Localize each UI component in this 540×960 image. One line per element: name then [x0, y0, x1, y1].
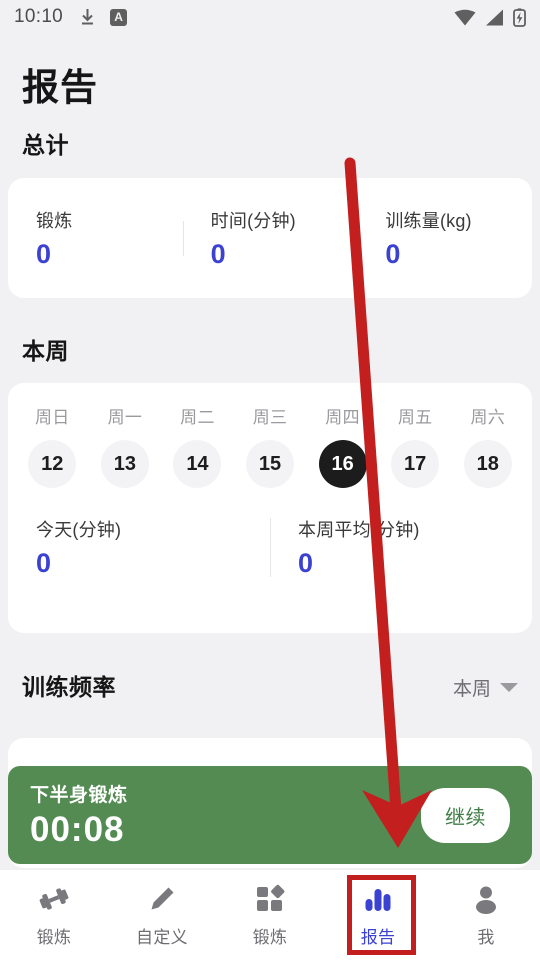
day-name: 周六: [470, 408, 506, 427]
day-name: 周三: [252, 408, 288, 427]
pencil-icon: [147, 882, 177, 916]
week-stats-row: 今天(分钟) 0 本周平均(分钟) 0: [8, 516, 532, 579]
stat-value: 0: [36, 548, 52, 578]
nav-label: 自定义: [136, 928, 188, 947]
page-title: 报告: [22, 67, 98, 108]
active-workout-timer: 00:08: [30, 810, 125, 849]
nav-item-custom[interactable]: 自定义: [108, 870, 216, 960]
total-section-heading: 总计: [22, 132, 69, 158]
active-workout-title: 下半身锻炼: [30, 785, 128, 806]
day-date: 18: [463, 440, 512, 488]
nav-item-exercises[interactable]: 锻炼: [216, 870, 324, 960]
week-day-strip: 周日 12 周一 13 周二 14 周三 15 周四 16 周五 17 周六 1…: [8, 383, 532, 488]
nav-item-report[interactable]: 报告: [324, 870, 432, 960]
stat-label: 训练量(kg): [385, 210, 472, 231]
nav-label: 报告: [360, 928, 396, 947]
day-name: 周四: [325, 408, 360, 427]
day-name: 周一: [107, 408, 143, 427]
stat-value: 0: [36, 238, 52, 269]
stat-label: 本周平均(分钟): [298, 520, 420, 540]
active-workout-bar[interactable]: 下半身锻炼 00:08 继续: [8, 766, 532, 864]
status-bar: 10:10 A: [0, 0, 540, 34]
person-icon: [471, 882, 501, 916]
day-column-wed[interactable]: 周三 15: [234, 403, 307, 488]
stat-workouts: 锻炼 0: [8, 207, 183, 270]
wifi-icon: [454, 9, 476, 25]
nav-label: 锻炼: [36, 928, 72, 947]
day-name: 周五: [397, 408, 433, 427]
stat-minutes: 时间(分钟) 0: [182, 207, 358, 270]
phone-screen: 10:10 A 报告 总计 锻炼 0 时间(分钟) 0 训练量(kg) 0 本周…: [0, 0, 540, 960]
frequency-range-label: 本周: [452, 679, 491, 700]
status-right-icons: [454, 7, 526, 27]
signal-icon: [486, 9, 503, 25]
stat-label: 时间(分钟): [210, 210, 296, 231]
grid-icon: [255, 882, 285, 916]
status-left-icons: A: [79, 8, 128, 26]
nav-item-workout[interactable]: 锻炼: [0, 870, 108, 960]
week-card: 周日 12 周一 13 周二 14 周三 15 周四 16 周五 17 周六 1…: [8, 383, 532, 633]
stat-label: 今天(分钟): [36, 520, 122, 540]
battery-charging-icon: [513, 7, 526, 27]
nav-item-profile[interactable]: 我: [432, 870, 540, 960]
day-column-sun[interactable]: 周日 12: [16, 403, 89, 488]
day-date: 15: [246, 440, 295, 488]
nav-label: 锻炼: [252, 928, 288, 947]
day-name: 周二: [180, 408, 215, 427]
day-column-thu-today[interactable]: 周四 16: [306, 403, 379, 488]
day-name: 周日: [34, 408, 70, 427]
status-time: 10:10: [14, 6, 64, 27]
day-date: 12: [28, 440, 77, 488]
day-column-fri[interactable]: 周五 17: [379, 403, 452, 488]
subtitle-a-icon: A: [110, 8, 128, 26]
stat-value: 0: [385, 238, 401, 269]
dumbbell-icon: [37, 882, 71, 916]
frequency-section-heading: 训练频率: [22, 674, 116, 700]
stat-value: 0: [210, 238, 227, 269]
total-stats-card: 锻炼 0 时间(分钟) 0 训练量(kg) 0: [8, 178, 532, 298]
day-column-tue[interactable]: 周二 14: [161, 403, 234, 488]
bottom-navigation: 锻炼 自定义 锻炼 报告 我: [0, 870, 540, 960]
stat-week-average-minutes: 本周平均(分钟) 0: [270, 516, 532, 579]
day-column-sat[interactable]: 周六 18: [451, 403, 524, 488]
chevron-down-icon: [500, 683, 518, 692]
download-icon: [82, 9, 94, 25]
day-date: 13: [100, 440, 149, 488]
day-column-mon[interactable]: 周一 13: [89, 403, 162, 488]
day-date: 17: [391, 440, 440, 488]
stat-value: 0: [298, 548, 314, 578]
week-section-heading: 本周: [22, 338, 69, 364]
bar-chart-icon: [363, 882, 393, 916]
day-date: 16: [318, 440, 367, 488]
frequency-range-dropdown[interactable]: 本周: [453, 674, 518, 701]
resume-workout-button[interactable]: 继续: [421, 787, 510, 843]
nav-label: 我: [477, 928, 495, 947]
active-workout-info: 下半身锻炼 00:08: [30, 780, 128, 850]
day-date: 14: [173, 440, 222, 488]
stat-today-minutes: 今天(分钟) 0: [8, 516, 270, 579]
stat-label: 锻炼: [36, 210, 73, 231]
stat-volume: 训练量(kg) 0: [357, 207, 532, 270]
